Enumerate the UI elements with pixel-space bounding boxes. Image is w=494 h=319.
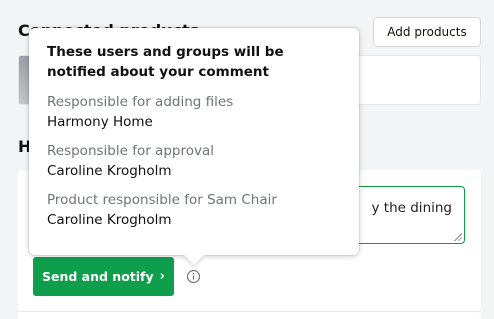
role-label: Responsible for approval [47,143,214,159]
comment-text: y the dining [371,200,452,216]
resize-grip-icon[interactable] [454,233,462,241]
role-label: Product responsible for Sam Chair [47,192,277,208]
notify-group: Product responsible for Sam Chair Caroli… [47,190,341,230]
chevron-right-icon: › [159,269,165,284]
send-and-notify-button[interactable]: Send and notify › [33,257,174,296]
add-products-button[interactable]: Add products [373,17,481,47]
notification-tooltip: These users and groups will be notified … [29,28,359,265]
assignee-name: Caroline Krogholm [47,212,172,228]
bottom-divider [18,311,481,312]
tooltip-title: These users and groups will be notified … [47,44,284,80]
notify-group: Responsible for adding files Harmony Hom… [47,92,341,132]
role-label: Responsible for adding files [47,94,234,110]
notify-group: Responsible for approval Caroline Krogho… [47,141,341,181]
send-button-label: Send and notify [41,269,154,284]
info-circle-icon[interactable] [186,269,201,284]
assignee-name: Caroline Krogholm [47,163,172,179]
assignee-name: Harmony Home [47,114,153,130]
